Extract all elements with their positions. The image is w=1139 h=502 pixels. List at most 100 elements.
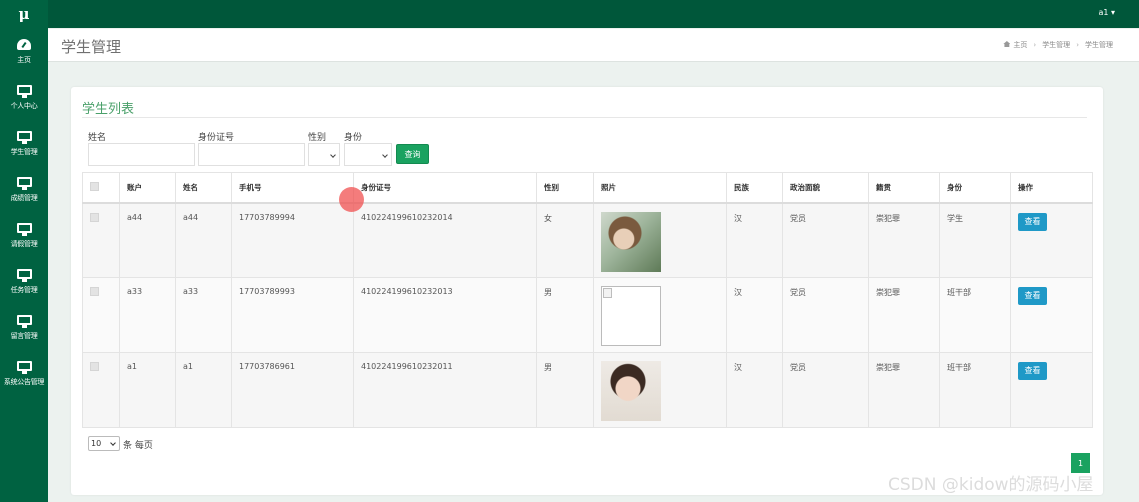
gender-cell: 男 [536, 352, 594, 428]
gender-select[interactable] [308, 143, 340, 166]
nation-cell: 汉 [726, 352, 783, 428]
column-header: 民族 [726, 172, 783, 204]
column-header: 姓名 [175, 172, 232, 204]
phone-cell: 17703789994 [231, 202, 354, 278]
chevron-right-icon: › [1033, 41, 1037, 49]
sidebar-item-label: 成绩管理 [10, 194, 38, 202]
role-cell: 学生 [939, 202, 1011, 278]
account-cell: a1 [119, 352, 176, 428]
row-checkbox[interactable] [90, 212, 99, 222]
name-filter-label: 姓名 [88, 133, 107, 143]
nation-cell: 汉 [726, 202, 783, 278]
name-cell: a33 [175, 277, 232, 353]
divider [82, 117, 1087, 118]
column-header: 身份证号 [353, 172, 537, 204]
origin-cell: 崇犯罪 [868, 277, 940, 353]
student-photo [601, 361, 661, 421]
sidebar-item-students[interactable]: 学生管理 [0, 120, 48, 166]
broken-image-icon [601, 286, 661, 346]
chevron-right-icon: › [1076, 41, 1079, 49]
view-button[interactable]: 查看 [1018, 287, 1047, 305]
name-cell: a1 [175, 352, 232, 428]
sidebar-item-label: 请假管理 [10, 240, 38, 248]
gender-filter-label: 性别 [308, 133, 327, 143]
account-cell: a33 [119, 277, 176, 353]
gender-cell: 女 [536, 202, 594, 278]
column-header: 政治面貌 [782, 172, 869, 204]
monitor-icon [16, 129, 32, 144]
role-cell: 班干部 [939, 277, 1011, 353]
idcard-cell: 410224199610232014 [353, 202, 537, 278]
idcard-filter-input[interactable] [198, 143, 305, 166]
name-cell: a44 [175, 202, 232, 278]
breadcrumb-item[interactable]: 学生管理 [1042, 41, 1070, 49]
dashboard-icon [16, 37, 32, 51]
nation-cell: 汉 [726, 277, 783, 353]
origin-cell: 崇犯罪 [868, 202, 940, 278]
idcard-cell: 410224199610232013 [353, 277, 537, 353]
student-list-panel: 学生列表 姓名 身份证号 性别 身份 查询 账户 姓名 手机号 身份证号 性别 … [71, 87, 1103, 495]
table-row: a33 a33 17703789993 410224199610232013 男… [82, 277, 1093, 353]
sidebar-item-grades[interactable]: 成绩管理 [0, 166, 48, 212]
sidebar-item-label: 留言管理 [10, 332, 38, 340]
mouse-cursor-highlight [339, 187, 364, 212]
student-table: 账户 姓名 手机号 身份证号 性别 照片 民族 政治面貌 籍贯 身份 操作 a4… [82, 172, 1093, 428]
user-menu[interactable]: a1 ▾ [1098, 8, 1115, 17]
sidebar-item-announcements[interactable]: 系统公告管理 [0, 350, 48, 396]
page-title: 学生管理 [61, 38, 122, 56]
sidebar-item-label: 主页 [17, 56, 31, 64]
column-header: 账户 [119, 172, 176, 204]
political-cell: 党员 [782, 352, 869, 428]
sidebar-item-label: 系统公告管理 [3, 378, 45, 386]
column-header: 性别 [536, 172, 594, 204]
page-header: 学生管理 主页 › 学生管理 › 学生管理 [48, 29, 1139, 62]
top-bar: a1 ▾ [0, 0, 1139, 28]
gender-cell: 男 [536, 277, 594, 353]
monitor-icon [16, 175, 32, 190]
sidebar-item-profile[interactable]: 个人中心 [0, 74, 48, 120]
role-filter-label: 身份 [344, 133, 363, 143]
sidebar-item-messages[interactable]: 留言管理 [0, 304, 48, 350]
view-button[interactable]: 查看 [1018, 362, 1047, 380]
column-header: 操作 [1010, 172, 1093, 204]
breadcrumb-current: 学生管理 [1085, 41, 1113, 49]
per-page-label: 条 每页 [123, 441, 153, 451]
idcard-filter-label: 身份证号 [198, 133, 235, 143]
watermark: CSDN @kidow的源码小屋 [888, 475, 1094, 495]
column-header: 手机号 [231, 172, 354, 204]
monitor-icon [16, 313, 32, 328]
account-cell: a44 [119, 202, 176, 278]
sidebar-item-tasks[interactable]: 任务管理 [0, 258, 48, 304]
select-all-checkbox[interactable] [90, 181, 99, 191]
breadcrumb: 主页 › 学生管理 › 学生管理 [1003, 40, 1113, 50]
sidebar-item-label: 个人中心 [10, 102, 38, 110]
political-cell: 党员 [782, 277, 869, 353]
column-header: 身份 [939, 172, 1011, 204]
home-icon [1003, 41, 1011, 47]
idcard-cell: 410224199610232011 [353, 352, 537, 428]
origin-cell: 崇犯罪 [868, 352, 940, 428]
name-filter-input[interactable] [88, 143, 195, 166]
monitor-icon [16, 83, 32, 98]
political-cell: 党员 [782, 202, 869, 278]
row-checkbox[interactable] [90, 287, 99, 296]
column-header: 照片 [593, 172, 727, 204]
student-photo [601, 211, 661, 272]
table-row: a1 a1 17703786961 410224199610232011 男 汉… [82, 352, 1093, 428]
role-select[interactable] [344, 143, 392, 166]
phone-cell: 17703789993 [231, 277, 354, 353]
breadcrumb-home[interactable]: 主页 [1013, 41, 1027, 49]
role-cell: 班干部 [939, 352, 1011, 428]
app-logo[interactable]: μ [0, 0, 48, 28]
monitor-icon [16, 359, 32, 374]
row-checkbox[interactable] [90, 362, 99, 371]
monitor-icon [16, 221, 32, 236]
sidebar-item-home[interactable]: 主页 [0, 28, 48, 74]
panel-title: 学生列表 [82, 102, 135, 117]
sidebar-item-leave[interactable]: 请假管理 [0, 212, 48, 258]
view-button[interactable]: 查看 [1018, 212, 1047, 231]
query-button[interactable]: 查询 [396, 144, 429, 164]
sidebar-item-label: 任务管理 [10, 286, 38, 294]
page-size-select[interactable]: 10 [88, 436, 120, 451]
sidebar: μ 主页 个人中心 学生管理 成绩管理 请假管理 任务管理 留言管理 系统公告管… [0, 0, 48, 502]
